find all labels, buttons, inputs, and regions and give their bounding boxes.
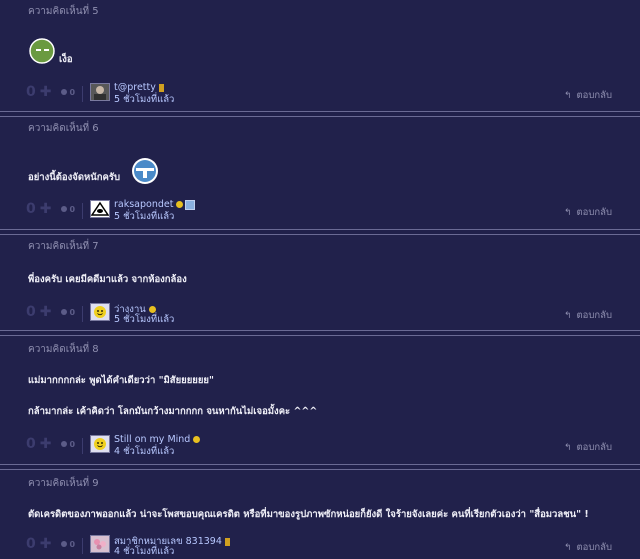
timestamp: 4 ชั่วโมงที่แล้ว xyxy=(114,446,175,457)
downvote-count: 0 xyxy=(69,307,76,317)
reply-label: ตอบกลับ xyxy=(576,90,612,101)
member-badge-icon xyxy=(185,199,196,210)
comment-7: ความคิดเห็นที่ 7 พี่องครับ เคยมีคดีมาแล้… xyxy=(0,235,640,330)
downvote-button[interactable]: 0 xyxy=(61,88,75,97)
divider xyxy=(82,438,83,454)
vote-area: 0 ✚ 0 xyxy=(26,436,75,452)
comment-6: ความคิดเห็นที่ 6 อย่างนี้ต้องจัดหนักครับ… xyxy=(0,117,640,229)
upvote-button[interactable]: ✚ xyxy=(40,436,52,452)
comment-footer: 0 ✚ 0 สมาชิกหมายเลข 831394 4 ชั่วโมงที่แ… xyxy=(0,534,640,558)
avatar[interactable] xyxy=(90,200,110,218)
upvote-button[interactable]: ✚ xyxy=(40,304,52,320)
smiley-avatar-icon xyxy=(91,436,109,452)
comment-text: พี่องครับ เคยมีคดีมาแล้ว จากห้องกล้อง xyxy=(28,274,187,285)
comment-5: ความคิดเห็นที่ 5 เง็อ 0 ✚ 0 t@pretty 5 ช… xyxy=(0,0,640,111)
comment-text: แม่มากกกกล่ะ พูดได้คำเดียวว่า "มิสัยยยยย… xyxy=(28,375,214,386)
comment-text: อย่างนี้ต้องจัดหนักครับ xyxy=(28,172,120,183)
avatar[interactable] xyxy=(90,435,110,453)
avatar[interactable] xyxy=(90,303,110,321)
downvote-icon xyxy=(61,309,68,315)
comment-9: ความคิดเห็นที่ 9 ตัดเครดิตของภาพออกแล้ว … xyxy=(0,470,640,557)
avatar[interactable] xyxy=(90,535,110,553)
divider xyxy=(82,86,83,102)
downvote-count: 0 xyxy=(69,87,76,97)
divider xyxy=(82,203,83,219)
green-face-icon xyxy=(29,38,55,64)
vote-area: 0 ✚ 0 xyxy=(26,304,75,320)
downvote-icon xyxy=(61,441,68,447)
downvote-button[interactable]: 0 xyxy=(61,205,75,214)
downvote-button[interactable]: 0 xyxy=(61,308,75,317)
vote-count: 0 xyxy=(26,304,36,320)
comment-footer: 0 ✚ 0 t@pretty 5 ชั่วโมงที่แล้ว ↰ ตอบกลับ xyxy=(0,82,640,106)
vote-count: 0 xyxy=(26,84,36,100)
downvote-icon xyxy=(61,89,68,95)
downvote-icon xyxy=(61,206,68,212)
reply-button[interactable]: ↰ ตอบกลับ xyxy=(564,308,612,323)
timestamp: 5 ชั่วโมงที่แล้ว xyxy=(114,211,175,222)
comment-footer: 0 ✚ 0 raksapondet 5 ชั่วโมงที่แล้ว ↰ ตอบก… xyxy=(0,199,640,223)
reply-label: ตอบกลับ xyxy=(576,207,612,218)
reply-label: ตอบกลับ xyxy=(576,542,612,553)
eye-avatar-icon xyxy=(91,201,109,217)
reply-icon: ↰ xyxy=(563,207,572,218)
comment-text: ตัดเครดิตของภาพออกแล้ว น่าจะโพสขอบคุณเคร… xyxy=(28,509,589,520)
medal-icon xyxy=(158,83,164,92)
photo-avatar-icon xyxy=(91,84,109,100)
reply-button[interactable]: ↰ ตอบกลับ xyxy=(564,440,612,455)
vote-area: 0 ✚ 0 xyxy=(26,84,75,100)
upvote-button[interactable]: ✚ xyxy=(40,201,52,217)
comment-header: ความคิดเห็นที่ 6 xyxy=(28,123,99,134)
comment-header: ความคิดเห็นที่ 9 xyxy=(28,478,99,489)
upvote-button[interactable]: ✚ xyxy=(40,84,52,100)
reply-icon: ↰ xyxy=(563,442,572,453)
downvote-icon xyxy=(61,541,68,547)
divider xyxy=(82,538,83,554)
downvote-count: 0 xyxy=(69,204,76,214)
medal-icon xyxy=(224,537,230,546)
vote-area: 0 ✚ 0 xyxy=(26,201,75,217)
vote-count: 0 xyxy=(26,436,36,452)
downvote-button[interactable]: 0 xyxy=(61,440,75,449)
comment-text: กล้ามากล่ะ เค้าคิดว่า โลกมันกว้างมากกกก … xyxy=(28,406,318,417)
timestamp: 5 ชั่วโมงที่แล้ว xyxy=(114,94,175,105)
comment-header: ความคิดเห็นที่ 8 xyxy=(28,344,99,355)
reply-icon: ↰ xyxy=(563,90,572,101)
comment-header: ความคิดเห็นที่ 7 xyxy=(28,241,99,252)
downvote-count: 0 xyxy=(69,539,76,549)
comment-header: ความคิดเห็นที่ 5 xyxy=(28,6,99,17)
comment-8: ความคิดเห็นที่ 8 แม่มากกกกล่ะ พูดได้คำเด… xyxy=(0,336,640,464)
downvote-count: 0 xyxy=(69,439,76,449)
gold-badge-icon xyxy=(176,201,184,208)
smiley-avatar-icon xyxy=(91,304,109,320)
blue-face-icon xyxy=(132,158,158,184)
reply-icon: ↰ xyxy=(563,310,572,321)
divider xyxy=(82,306,83,322)
avatar[interactable] xyxy=(90,83,110,101)
reply-button[interactable]: ↰ ตอบกลับ xyxy=(564,205,612,220)
timestamp: 5 ชั่วโมงที่แล้ว xyxy=(114,314,175,325)
reply-label: ตอบกลับ xyxy=(576,310,612,321)
gold-badge-icon xyxy=(193,436,201,443)
reply-icon: ↰ xyxy=(563,542,572,553)
reply-label: ตอบกลับ xyxy=(576,442,612,453)
comment-footer: 0 ✚ 0 ว่างงาน 5 ชั่วโมงที่แล้ว ↰ ตอบกลับ xyxy=(0,302,640,326)
downvote-button[interactable]: 0 xyxy=(61,540,75,549)
timestamp: 4 ชั่วโมงที่แล้ว xyxy=(114,546,175,557)
vote-count: 0 xyxy=(26,201,36,217)
comment-footer: 0 ✚ 0 Still on my Mind 4 ชั่วโมงที่แล้ว … xyxy=(0,434,640,458)
comment-text: เง็อ xyxy=(59,54,73,65)
reply-button[interactable]: ↰ ตอบกลับ xyxy=(564,540,612,555)
reply-button[interactable]: ↰ ตอบกลับ xyxy=(564,88,612,103)
